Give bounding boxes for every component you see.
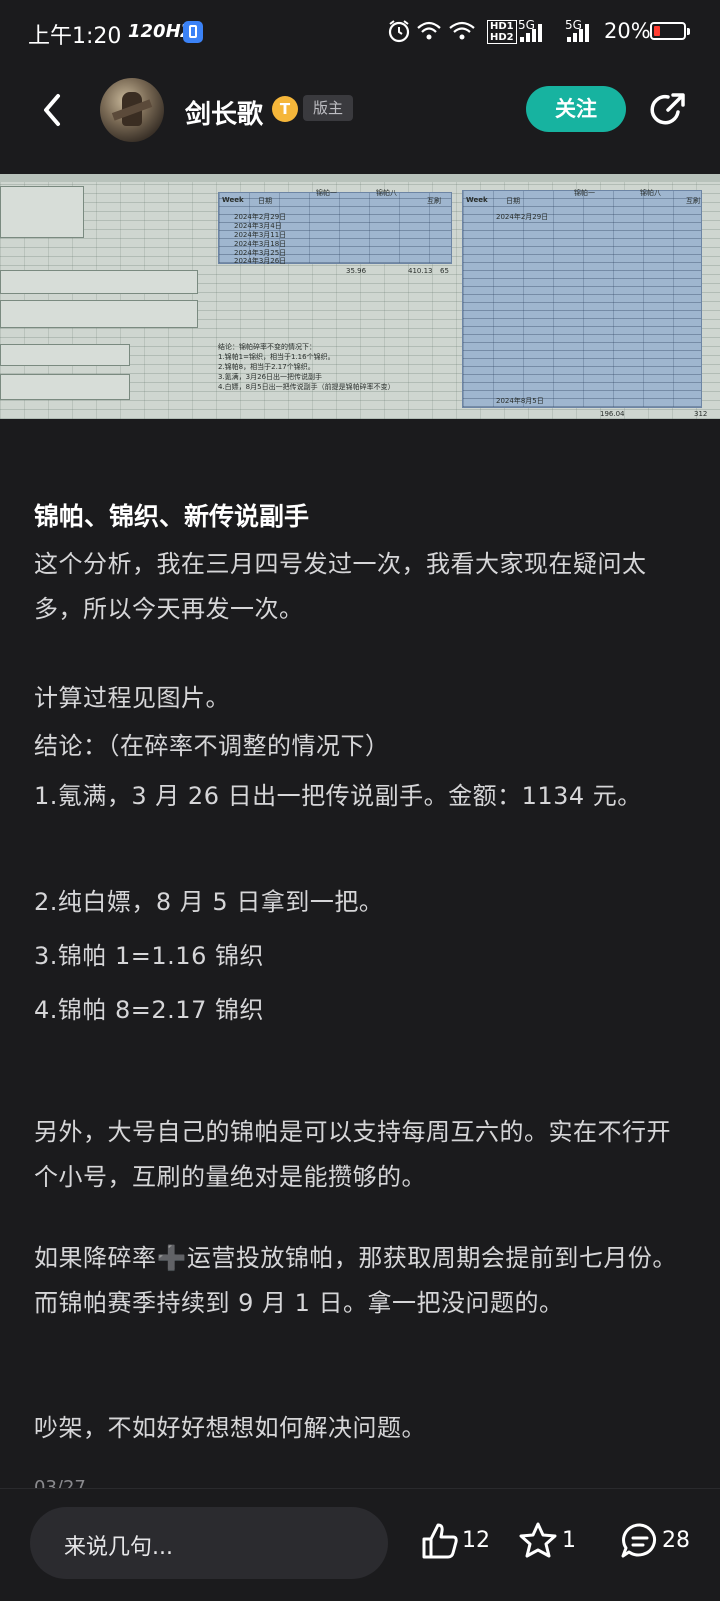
sheet-left-header-swap: 互刷 — [427, 197, 441, 205]
post-date: 03/27 — [34, 1477, 86, 1488]
sheet-cost-table-2 — [0, 300, 198, 328]
sheet-note-4: 3.氪满，3月26日出一把传说副手 — [218, 373, 323, 381]
sheet-note-5: 4.白嫖，8月5日出一把传说副手（前提是锦帕碎率不变） — [218, 383, 395, 391]
avatar[interactable] — [100, 78, 164, 142]
post-paragraph-4: 1.氪满，3 月 26 日出一把传说副手。金额：1134 元。 — [34, 782, 642, 810]
sheet-right-header-swap: 互刷 — [686, 197, 700, 205]
sheet-left-header-pa1: 锦帕一 — [316, 189, 337, 197]
sheet-right-header-pa8: 锦帕八 — [640, 189, 661, 197]
sheet-right-header-week: Week — [466, 196, 488, 204]
sheet-free-table — [462, 190, 702, 408]
moderator-badge: 版主 — [303, 95, 354, 121]
wifi-icon — [417, 21, 441, 40]
status-time: 上午1:20 — [28, 24, 122, 49]
post-image-spreadsheet[interactable]: Week 日期 锦帕一 锦帕八 互刷 2024年2月29日 2024年3月4日 … — [0, 174, 720, 419]
share-icon[interactable] — [648, 90, 688, 130]
sheet-cost-table-4 — [0, 374, 130, 400]
battery-percentage: 20% — [604, 19, 651, 43]
post-paragraph-1: 这个分析，我在三月四号发过一次，我看大家现在疑问太多，所以今天再发一次。 — [34, 550, 647, 623]
post-paragraph-2: 计算过程见图片。 — [34, 684, 230, 712]
comment-bubble-icon — [621, 1523, 656, 1558]
sheet-left-row-6-date: 2024年3月26日 — [234, 257, 287, 265]
hotspot-icon — [449, 21, 475, 40]
sheet-right-header-date: 日期 — [506, 197, 520, 205]
post-header: 剑长歌 T 版主 关注 — [0, 70, 720, 154]
sheet-left-total-1: 35.96 — [346, 267, 367, 275]
sheet-left-header-week: Week — [222, 196, 244, 204]
like-count: 12 — [462, 1528, 490, 1553]
sheet-note-1: 结论：锦帕碎率不变的情况下： — [218, 343, 316, 351]
sheet-rate-table — [0, 186, 84, 238]
sheet-note-3: 2.锦帕8，相当于2.17个锦织。 — [218, 363, 315, 371]
sheet-left-header-date: 日期 — [258, 197, 272, 205]
signal-bars-2-icon — [567, 24, 593, 42]
favorite-button[interactable]: 1 — [516, 1519, 586, 1563]
favorite-count: 1 — [562, 1528, 576, 1553]
comment-placeholder: 来说几句... — [64, 1535, 173, 1560]
comment-count: 28 — [662, 1528, 690, 1553]
follow-button[interactable]: 关注 — [526, 86, 626, 132]
sheet-left-total-2: 410.13 — [408, 267, 433, 275]
sheet-right-last-row-date: 2024年8月5日 — [496, 397, 544, 405]
author-name[interactable]: 剑长歌 — [185, 94, 263, 131]
status-bar: 上午1:20 120HZ HD1 HD2 5G 5G 20% — [0, 0, 720, 64]
bottom-action-bar: 来说几句... 12 1 28 — [0, 1488, 720, 1601]
sheet-right-total-1: 196.04 — [600, 410, 625, 418]
sheet-note-2: 1.锦帕1=锦织，相当于1.16个锦织。 — [218, 353, 335, 361]
sheet-right-first-row-date: 2024年2月29日 — [496, 213, 549, 221]
post-paragraph-5: 2.纯白嫖，8 月 5 日拿到一把。 — [34, 888, 384, 916]
post-paragraph-6: 3.锦帕 1=1.16 锦织 — [34, 942, 264, 970]
sheet-left-total-3: 65 — [440, 267, 449, 275]
post-paragraph-10: 吵架，不如好好想想如何解决问题。 — [34, 1414, 426, 1442]
battery-icon — [650, 22, 690, 40]
alarm-icon — [388, 20, 410, 43]
comment-input[interactable]: 来说几句... — [30, 1507, 388, 1579]
post-title: 锦帕、锦织、新传说副手 — [34, 502, 310, 531]
back-arrow-icon[interactable] — [34, 88, 74, 132]
sheet-cost-table-1 — [0, 270, 198, 294]
like-button[interactable]: 12 — [418, 1519, 498, 1563]
signal-bars-1-icon — [520, 24, 546, 42]
post-paragraph-8: 另外，大号自己的锦帕是可以支持每周互六的。实在不行开个小号，互刷的量绝对是能攒够… — [34, 1118, 671, 1191]
star-icon — [519, 1522, 557, 1558]
comments-button[interactable]: 28 — [618, 1519, 698, 1563]
post-paragraph-3: 结论：（在碎率不调整的情况下） — [34, 732, 390, 760]
post-paragraph-7: 4.锦帕 8=2.17 锦织 — [34, 996, 264, 1024]
app-notification-icon — [183, 21, 203, 43]
sheet-cost-table-3 — [0, 344, 130, 366]
sheet-right-header-pa1: 锦帕一 — [574, 189, 595, 197]
thumbs-up-icon — [422, 1523, 458, 1559]
post-paragraph-9: 如果降碎率➕运营投放锦帕，那获取周期会提前到七月份。而锦帕赛季持续到 9 月 1… — [34, 1244, 677, 1317]
sheet-right-total-2: 312 — [694, 410, 708, 418]
sheet-column-header — [0, 174, 720, 182]
hd-voice-badge: HD1 HD2 — [487, 20, 517, 44]
level-badge: T — [272, 96, 298, 122]
sheet-left-header-pa8: 锦帕八 — [376, 189, 397, 197]
